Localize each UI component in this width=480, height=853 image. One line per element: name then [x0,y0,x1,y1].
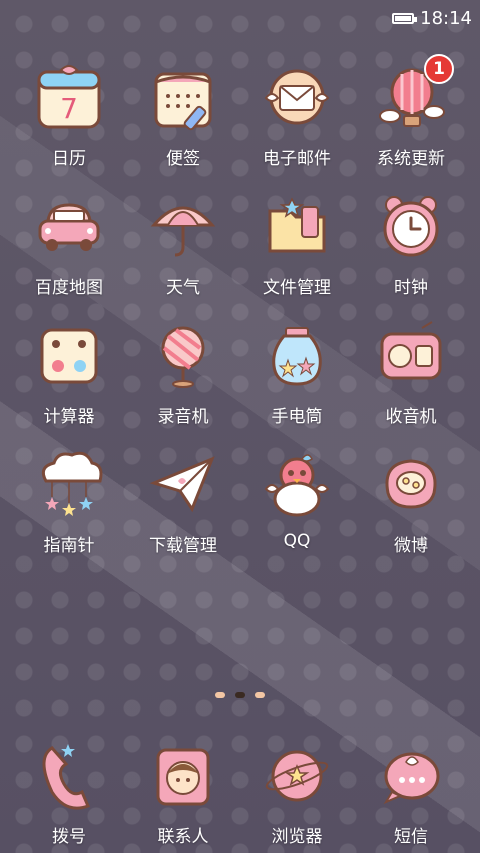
app-compass[interactable]: 指南针 [12,447,126,576]
status-bar: 18:14 [0,0,480,36]
dock: 拨号 联系人 浏览器 短信 [12,738,468,847]
car-icon [32,189,106,263]
app-label: 录音机 [157,407,209,427]
speech-bubble-icon [374,738,448,812]
app-weibo[interactable]: 微博 [354,447,468,576]
app-weather[interactable]: 天气 [126,189,240,318]
battery-icon [392,12,418,24]
app-system-update[interactable]: 1 系统更新 [354,54,468,189]
star-jar-icon [260,318,334,392]
page-dot [255,692,265,698]
app-email[interactable]: 电子邮件 [240,60,354,189]
folder-icon [260,189,334,263]
app-contacts[interactable]: 联系人 [126,738,240,847]
penguin-icon [260,447,334,521]
app-label: 联系人 [157,827,209,847]
dice-icon [32,318,106,392]
app-label: 时钟 [394,278,428,298]
planet-icon [260,738,334,812]
calendar-icon: 7 [32,60,106,134]
app-label: 文件管理 [263,278,331,298]
app-label: 短信 [394,827,428,847]
app-browser[interactable]: 浏览器 [240,738,354,847]
app-label: 浏览器 [271,827,323,847]
app-dialer[interactable]: 拨号 [12,738,126,847]
app-label: 日历 [52,149,86,169]
app-map[interactable]: 百度地图 [12,189,126,318]
weibo-creature-icon [374,447,448,521]
app-label: 天气 [166,278,200,298]
app-messages[interactable]: 短信 [354,738,468,847]
app-label: 百度地图 [35,278,103,298]
app-download-manager[interactable]: 下载管理 [126,447,240,576]
contact-card-icon [146,738,220,812]
app-notes[interactable]: 便签 [126,60,240,189]
app-flashlight[interactable]: 手电筒 [240,318,354,447]
app-label: 系统更新 [377,149,445,169]
app-file-manager[interactable]: 文件管理 [240,189,354,318]
app-label: QQ [283,531,311,551]
envelope-icon [260,60,334,134]
app-label: 便签 [166,149,200,169]
radio-icon [374,318,448,392]
update-count-badge: 1 [424,54,454,84]
paper-plane-icon [146,447,220,521]
notepad-icon [146,60,220,134]
app-label: 计算器 [43,407,95,427]
app-label: 拨号 [52,827,86,847]
cloud-stars-icon [32,447,106,521]
page-dot-active [235,692,245,698]
app-label: 微博 [394,536,428,556]
app-label: 手电筒 [271,407,323,427]
status-time: 18:14 [420,7,472,29]
app-qq[interactable]: QQ [240,447,354,576]
app-label: 收音机 [385,407,437,427]
app-label: 电子邮件 [263,149,331,169]
app-clock[interactable]: 时钟 [354,189,468,318]
alarm-clock-icon [374,189,448,263]
umbrella-icon [146,189,220,263]
app-grid: 7 日历 便签 电子邮件 1 系统更新 百度地图 天气 文件管理 时钟 计算器 … [12,54,468,576]
app-label: 指南针 [43,536,95,556]
app-recorder[interactable]: 录音机 [126,318,240,447]
app-radio[interactable]: 收音机 [354,318,468,447]
app-label: 下载管理 [149,536,217,556]
calendar-day-number: 7 [60,92,78,125]
page-dot [215,692,225,698]
app-calculator[interactable]: 计算器 [12,318,126,447]
candy-icon [146,318,220,392]
phone-receiver-icon [32,738,106,812]
app-calendar[interactable]: 7 日历 [12,60,126,189]
page-indicator [0,692,480,698]
